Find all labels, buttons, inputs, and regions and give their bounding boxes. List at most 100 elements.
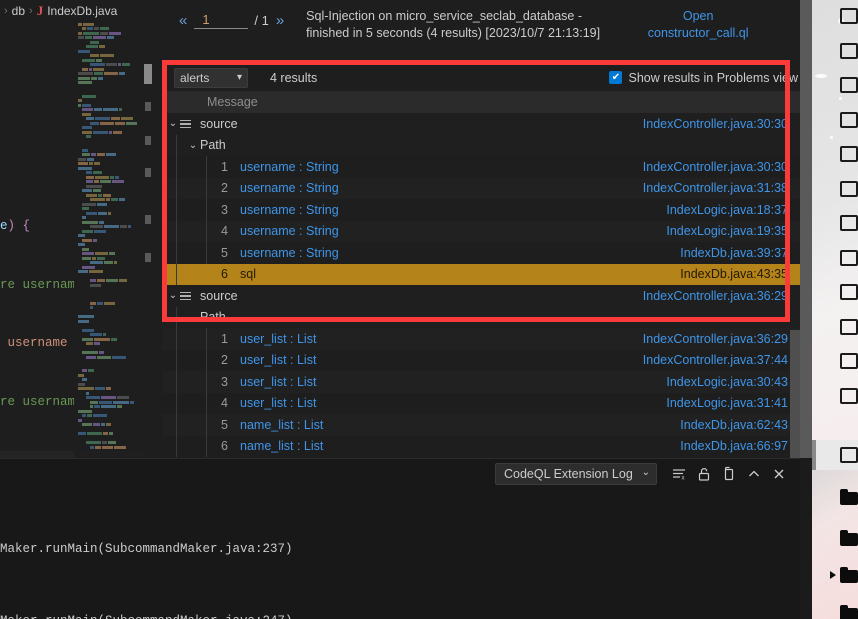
list-item[interactable] [840,250,858,266]
step-label[interactable]: username : String [240,160,339,174]
chevron-down-icon[interactable]: ⌄ [166,118,180,129]
results-tree[interactable]: ⌄ source IndexController.java:30:30 ⌄ Pa… [162,113,800,458]
step-label[interactable]: name_list : List [240,418,323,432]
minimap-line [86,275,144,278]
breadcrumb-item-file[interactable]: IndexDb.java [47,4,117,18]
minimap-line [86,193,144,197]
previous-page-button[interactable]: « [176,12,190,29]
step-label[interactable]: username : String [240,246,339,260]
list-item[interactable] [840,77,858,93]
results-scrollbar[interactable] [790,330,800,458]
minimap-line [86,45,144,48]
editor-minimap[interactable] [74,18,144,473]
step-label[interactable]: user_list : List [240,396,316,410]
list-item[interactable] [840,8,858,24]
list-item[interactable] [840,146,858,162]
result-group-label: source [200,116,238,131]
result-group-row[interactable]: ⌄ source IndexController.java:36:29 [162,285,800,307]
breadcrumb-item-db[interactable]: db [12,4,25,18]
folder-icon[interactable] [840,605,858,619]
list-item[interactable] [840,43,858,59]
maximize-panel-icon[interactable] [743,463,765,485]
list-item[interactable] [840,319,858,335]
output-channel-select[interactable]: CodeQL Extension Log [495,463,657,485]
results-scrollbar-thumb[interactable] [790,330,800,458]
result-path-row[interactable]: ⌄ Path [162,134,800,156]
step-location[interactable]: IndexLogic.java:31:41 [666,396,800,410]
table-row[interactable]: 6 name_list : List IndexDb.java:66:97 [162,435,800,457]
problems-view-toggle[interactable]: ✔ Show results in Problems view [609,71,798,85]
list-item[interactable] [840,388,858,404]
open-query-link[interactable]: Open constructor_call.ql [628,8,768,42]
step-location[interactable]: IndexDb.java:66:97 [680,439,800,453]
table-row[interactable]: 1 user_list : List IndexController.java:… [162,328,800,350]
folder-icon[interactable] [840,567,858,583]
step-label[interactable]: username : String [240,203,339,217]
minimap-line [82,207,144,210]
step-location[interactable]: IndexController.java:36:29 [643,332,800,346]
chevron-right-icon[interactable] [830,571,836,579]
minimap-line [86,184,144,188]
table-row-selected[interactable]: 6 sql IndexDb.java:43:35 [162,263,800,285]
list-item[interactable] [840,284,858,300]
step-location[interactable]: IndexController.java:31:38 [643,181,800,195]
clear-output-button[interactable]: x [668,463,690,485]
list-item[interactable] [840,353,858,369]
folder-icon[interactable] [840,489,858,505]
table-row[interactable]: 5 name_list : List IndexDb.java:62:43 [162,414,800,436]
step-label[interactable]: username : String [240,224,339,238]
step-location[interactable]: IndexLogic.java:19:35 [666,224,800,238]
step-label[interactable]: user_list : List [240,332,316,346]
step-location[interactable]: IndexController.java:30:30 [643,160,800,174]
editor-scrollbar[interactable] [144,18,152,473]
step-label[interactable]: user_list : List [240,353,316,367]
table-row[interactable]: 2 user_list : List IndexController.java:… [162,349,800,371]
step-label[interactable]: username : String [240,181,339,195]
minimap-line [82,265,144,269]
table-row[interactable]: 4 username : String IndexLogic.java:19:3… [162,220,800,242]
list-item[interactable] [840,447,858,463]
table-row[interactable]: 4 user_list : List IndexLogic.java:31:41 [162,392,800,414]
minimap-line [78,81,144,84]
result-group-location[interactable]: IndexController.java:30:30 [643,117,800,131]
table-row[interactable]: 5 username : String IndexDb.java:39:37 [162,242,800,264]
step-label[interactable]: sql [240,267,256,281]
step-location[interactable]: IndexController.java:37:44 [643,353,800,367]
step-label[interactable]: user_list : List [240,375,316,389]
step-label[interactable]: name_list : List [240,439,323,453]
chevron-down-icon[interactable]: ⌄ [186,140,200,151]
chevron-down-icon[interactable]: ⌄ [166,290,180,301]
minimap-line [82,252,144,255]
table-row[interactable]: 3 user_list : List IndexLogic.java:30:43 [162,371,800,393]
result-path-row[interactable]: ⌄ Path [162,306,800,328]
step-location[interactable]: IndexLogic.java:30:43 [666,375,800,389]
close-panel-icon[interactable] [768,463,790,485]
scrollbar-thumb[interactable] [144,64,152,84]
minimap-line [78,99,144,102]
step-location[interactable]: IndexDb.java:39:37 [680,246,800,260]
table-row[interactable]: 3 username : String IndexLogic.java:18:3… [162,199,800,221]
step-location[interactable]: IndexLogic.java:18:37 [666,203,800,217]
desktop-selection-indicator [812,440,816,470]
open-in-editor-icon[interactable] [718,463,740,485]
table-row[interactable]: 1 username : String IndexController.java… [162,156,800,178]
step-location[interactable]: IndexDb.java:43:35 [680,267,800,281]
checkbox-checked-icon[interactable]: ✔ [609,71,623,84]
folder-icon[interactable] [840,530,858,546]
next-page-button[interactable]: » [273,12,287,29]
table-row[interactable]: 2 username : String IndexController.java… [162,177,800,199]
page-number-input[interactable] [194,12,249,29]
results-view-select[interactable]: alerts [174,67,248,88]
chevron-down-icon[interactable]: ⌄ [186,312,200,323]
result-group-row[interactable]: ⌄ source IndexController.java:30:30 [162,113,800,135]
step-location[interactable]: IndexDb.java:62:43 [680,418,800,432]
minimap-line [78,72,144,75]
result-group-location[interactable]: IndexController.java:36:29 [643,289,800,303]
output-log-content[interactable]: Maker.runMain(SubcommandMaker.java:237) … [0,489,800,619]
list-item[interactable] [840,181,858,197]
list-item[interactable] [840,112,858,128]
list-item[interactable] [840,215,858,231]
minimap-line [90,405,144,408]
unlock-scroll-icon[interactable] [693,463,715,485]
minimap-line [78,315,144,318]
